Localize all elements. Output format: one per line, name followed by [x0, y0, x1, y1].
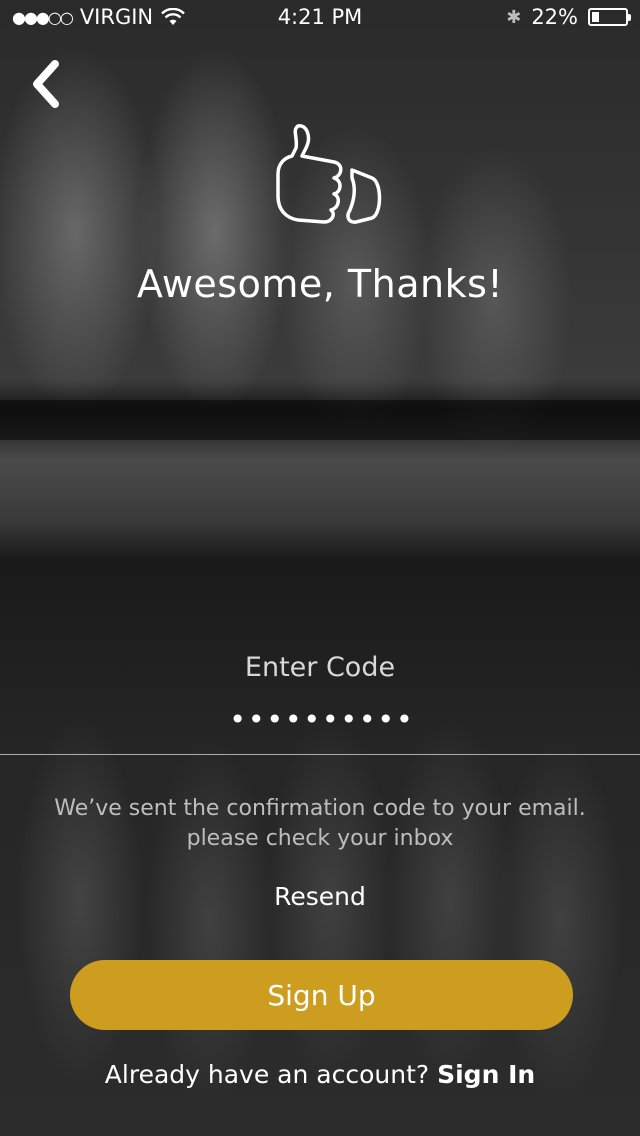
sign-in-row: Already have an account? Sign In — [0, 1060, 640, 1089]
confirmation-code-input[interactable] — [170, 698, 474, 740]
status-left: ●●●○○ VIRGIN — [0, 5, 185, 29]
info-line-1: We’ve sent the confirmation code to your… — [54, 796, 586, 821]
signal-strength-icon: ●●●○○ — [12, 7, 74, 27]
code-input-underline — [0, 754, 640, 755]
bluetooth-icon: ✱ — [506, 6, 522, 28]
confirmation-info-text: We’ve sent the confirmation code to your… — [0, 794, 640, 854]
carrier-name: VIRGIN — [79, 5, 154, 29]
resend-link[interactable]: Resend — [0, 882, 640, 911]
info-line-2: please check your inbox — [186, 826, 454, 851]
thumbs-up-icon — [276, 124, 382, 224]
background-shelf — [0, 400, 640, 440]
screen: ●●●○○ VIRGIN 4:21 PM ✱ 22% Awesome, Than… — [0, 0, 640, 1136]
page-title: Awesome, Thanks! — [136, 262, 504, 306]
code-field-label: Enter Code — [244, 652, 396, 683]
battery-icon — [588, 8, 631, 26]
battery-level-fill — [592, 12, 599, 22]
status-right: ✱ 22% — [506, 5, 640, 29]
battery-percent: 22% — [531, 5, 578, 29]
sign-in-link[interactable]: Sign In — [437, 1060, 535, 1089]
chevron-left-icon — [33, 60, 59, 108]
sign-up-button[interactable]: Sign Up — [70, 960, 573, 1030]
sign-in-prompt: Already have an account? — [104, 1060, 430, 1089]
back-button[interactable] — [22, 54, 70, 114]
status-bar: ●●●○○ VIRGIN 4:21 PM ✱ 22% — [0, 0, 640, 34]
wifi-icon — [161, 8, 185, 25]
